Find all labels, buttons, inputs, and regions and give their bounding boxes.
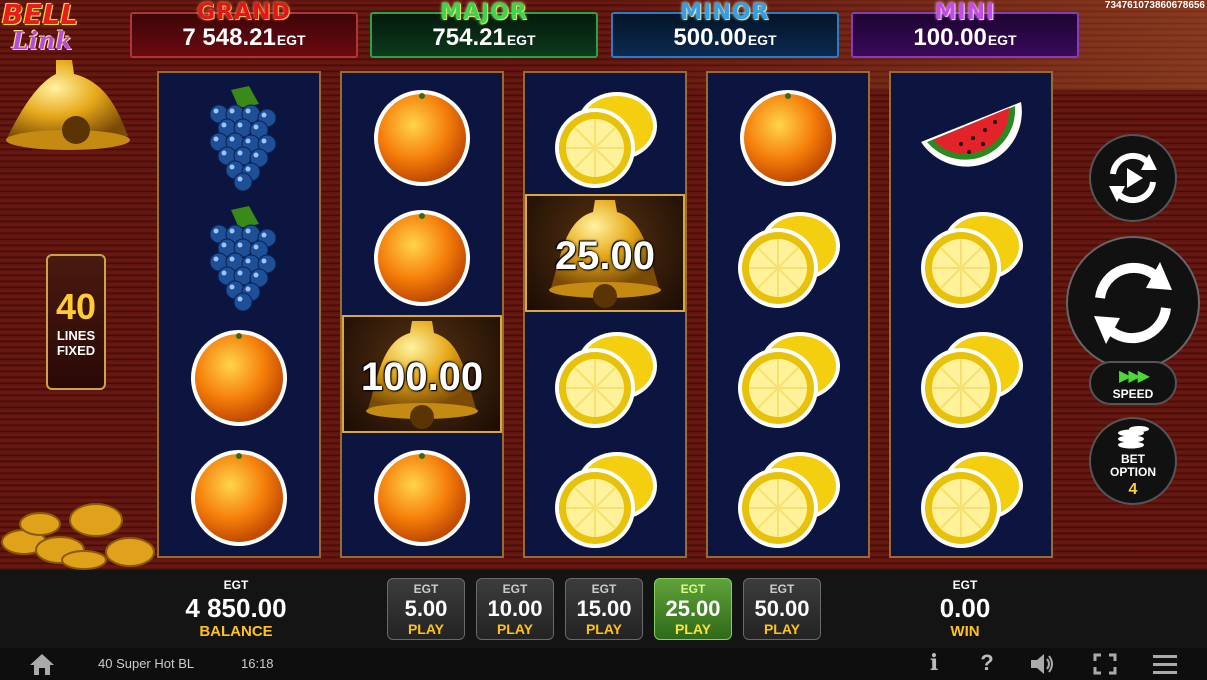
orange-symbol-icon <box>179 322 299 432</box>
lemon-symbol-icon <box>911 202 1031 312</box>
lemon-symbol-icon <box>545 82 665 192</box>
jackpot-minor-name: MINOR <box>680 0 770 25</box>
balance-value: 4 850.00 <box>185 593 287 623</box>
jackpot-grand: GRAND 7 548.21EGT <box>130 0 358 58</box>
balance-currency: EGT <box>223 578 249 592</box>
jackpot-mini-value: 100.00 <box>913 24 987 51</box>
help-icon[interactable]: ? <box>974 650 1000 675</box>
jackpot-grand-name: GRAND <box>197 0 291 25</box>
bet-value: 15.00 <box>576 596 632 621</box>
grapes-symbol-icon <box>179 82 299 192</box>
ticket-id: 734761073860678656 <box>1104 0 1205 11</box>
coin-pile-icon <box>1 503 155 570</box>
logo-line2: Link <box>12 26 73 55</box>
fixed-label: FIXED <box>56 343 96 358</box>
bet-button-4[interactable]: EGT 25.00 PLAY <box>654 578 732 640</box>
orange-symbol-icon <box>362 82 482 192</box>
clock: 16:18 <box>241 656 274 671</box>
spin-button[interactable] <box>1066 236 1200 370</box>
win-currency: EGT <box>952 578 978 592</box>
bell-value: 100.00 <box>360 355 484 399</box>
bet-option-label-1: BET <box>1121 452 1145 466</box>
bet-value: 5.00 <box>404 596 448 621</box>
win-value: 0.00 <box>939 593 991 623</box>
orange-symbol-icon <box>362 202 482 312</box>
lemon-symbol-icon <box>545 322 665 432</box>
balance-label: BALANCE <box>199 623 273 640</box>
bet-button-5[interactable]: EGT 50.00 PLAY <box>743 578 821 640</box>
bet-currency: EGT <box>413 582 439 596</box>
lines-label: LINES <box>56 328 96 343</box>
bet-currency: EGT <box>680 582 706 596</box>
win-display: EGT 0.00 WIN <box>915 578 1015 640</box>
sound-icon[interactable] <box>1029 652 1055 676</box>
lines-fixed-badge: 40 LINES FIXED <box>46 254 106 390</box>
fullscreen-icon[interactable] <box>1092 652 1118 676</box>
bet-option-value: 4 <box>1128 481 1138 498</box>
autoplay-icon <box>1109 152 1157 204</box>
lemon-symbol-icon <box>911 442 1031 552</box>
lemon-symbol-icon <box>728 322 848 432</box>
speed-label: SPEED <box>1112 387 1154 401</box>
lemon-symbol-icon <box>728 202 848 312</box>
lines-count: 40 <box>55 286 97 327</box>
jackpot-mini-name: MINI <box>934 0 996 25</box>
jackpot-grand-currency: EGT <box>276 32 306 48</box>
jackpot-minor: MINOR 500.00EGT <box>611 0 839 58</box>
orange-symbol-icon <box>179 442 299 552</box>
bet-option-button[interactable]: BET OPTION 4 <box>1089 417 1177 505</box>
lemon-symbol-icon <box>728 442 848 552</box>
lemon-symbol-icon <box>545 442 665 552</box>
bet-value: 10.00 <box>487 596 543 621</box>
home-icon[interactable] <box>29 652 55 676</box>
bet-play-label: PLAY <box>496 621 534 637</box>
bet-play-label: PLAY <box>763 621 801 637</box>
bet-play-label: PLAY <box>674 621 712 637</box>
info-icon[interactable]: i <box>921 650 947 676</box>
grapes-symbol-icon <box>179 202 299 312</box>
bet-currency: EGT <box>769 582 795 596</box>
bell-symbol: 25.00 <box>525 194 685 312</box>
bell-value: 25.00 <box>554 234 656 278</box>
coin-stack-icon <box>1118 426 1149 449</box>
jackpot-minor-currency: EGT <box>747 32 777 48</box>
jackpot-major: MAJOR 754.21EGT <box>370 0 598 58</box>
game-name: 40 Super Hot BL <box>98 656 195 671</box>
bell-symbol: 100.00 <box>342 315 502 433</box>
bet-option-label-2: OPTION <box>1109 465 1156 479</box>
autoplay-button[interactable] <box>1089 134 1177 222</box>
spin-icon <box>1094 262 1172 344</box>
jackpot-mini-currency: EGT <box>987 32 1017 48</box>
jackpot-major-currency: EGT <box>506 32 536 48</box>
bet-value: 50.00 <box>754 596 810 621</box>
bet-button-1[interactable]: EGT 5.00 PLAY <box>387 578 465 640</box>
balance-display: EGT 4 850.00 BALANCE <box>160 578 312 640</box>
win-label: WIN <box>950 623 980 640</box>
menu-icon[interactable] <box>1152 652 1178 676</box>
bet-button-3[interactable]: EGT 15.00 PLAY <box>565 578 643 640</box>
bet-currency: EGT <box>502 582 528 596</box>
jackpot-grand-value: 7 548.21 <box>182 24 276 51</box>
bet-play-label: PLAY <box>585 621 623 637</box>
jackpot-major-name: MAJOR <box>440 0 528 25</box>
jackpot-major-value: 754.21 <box>432 24 506 51</box>
bet-play-label: PLAY <box>407 621 445 637</box>
orange-symbol-icon <box>362 442 482 552</box>
speed-button[interactable]: ▶▶▶ SPEED <box>1089 361 1177 405</box>
bet-value: 25.00 <box>665 596 721 621</box>
watermelon-symbol-icon <box>911 82 1031 192</box>
footer-bar: 40 Super Hot BL 16:18 i ? <box>0 648 1207 680</box>
jackpot-minor-value: 500.00 <box>673 24 747 51</box>
bet-currency: EGT <box>591 582 617 596</box>
speed-arrows-icon: ▶▶▶ <box>1119 366 1150 385</box>
lemon-symbol-icon <box>911 322 1031 432</box>
bet-button-2[interactable]: EGT 10.00 PLAY <box>476 578 554 640</box>
jackpot-mini: MINI 100.00EGT <box>851 0 1079 58</box>
orange-symbol-icon <box>728 82 848 192</box>
bell-decoration-icon <box>6 60 130 150</box>
